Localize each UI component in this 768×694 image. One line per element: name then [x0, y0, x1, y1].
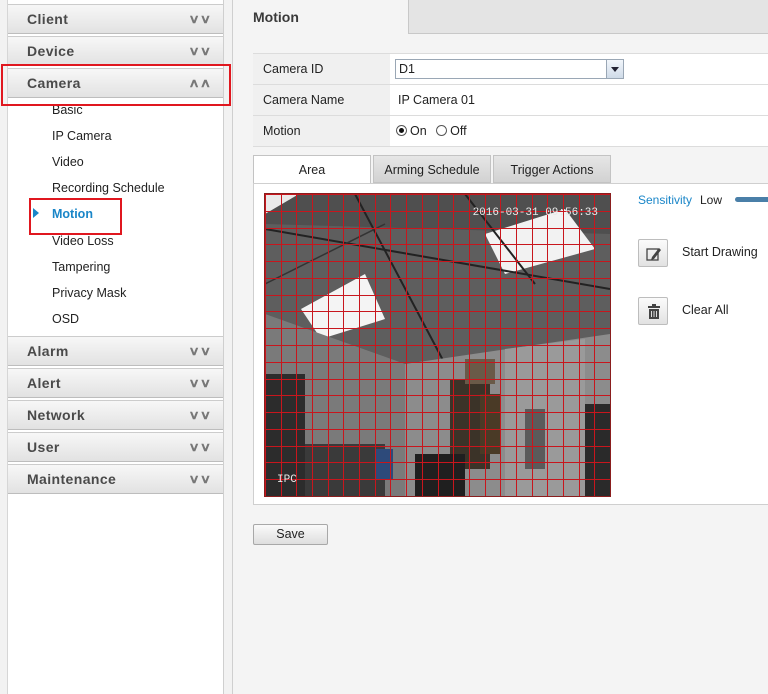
start-drawing-label[interactable]: Start Drawing: [682, 245, 758, 259]
sidebar-item-osd[interactable]: OSD: [52, 312, 79, 326]
double-chevron-down-icon: ∨∨: [188, 376, 212, 390]
nav-section-label: Alarm: [27, 343, 69, 359]
motion-subtabs: Area Arming Schedule Trigger Actions: [253, 155, 768, 184]
motion-settings-form: Camera ID D1 Camera Name IP Camera 01 Mo…: [253, 53, 768, 147]
tab-trigger-actions[interactable]: Trigger Actions: [493, 155, 611, 183]
nav-section-user[interactable]: User ∨∨: [8, 432, 223, 462]
camera-name-label: Camera Name: [253, 85, 390, 115]
motion-label: Motion: [253, 116, 390, 146]
nav-section-alert[interactable]: Alert ∨∨: [8, 368, 223, 398]
double-chevron-down-icon: ∨∨: [188, 440, 212, 454]
camera-id-label: Camera ID: [253, 54, 390, 84]
tab-motion-label: Motion: [253, 9, 299, 25]
sidebar-item-video[interactable]: Video: [52, 155, 84, 169]
motion-area-video[interactable]: 2016-03-31 09:56:33 IPC: [264, 193, 611, 497]
nav-section-label: User: [27, 439, 60, 455]
tab-motion[interactable]: Motion: [233, 0, 409, 34]
motion-row: Motion On Off: [253, 116, 768, 147]
save-button[interactable]: Save: [253, 524, 328, 545]
video-timestamp: 2016-03-31 09:56:33: [472, 207, 598, 219]
double-chevron-down-icon: ∨∨: [188, 44, 212, 58]
camera-view-image: [265, 194, 610, 496]
area-panel: 2016-03-31 09:56:33 IPC Sensitivity Low …: [253, 183, 768, 505]
camera-name-row: Camera Name IP Camera 01: [253, 85, 768, 116]
clear-all-label[interactable]: Clear All: [682, 303, 729, 317]
nav-section-network[interactable]: Network ∨∨: [8, 400, 223, 430]
camera-id-value: D1: [399, 62, 415, 76]
sensitivity-value: Low: [700, 193, 723, 207]
motion-on-label[interactable]: On: [410, 124, 427, 138]
sidebar-item-recording-schedule[interactable]: Recording Schedule: [52, 181, 165, 195]
nav-section-alarm[interactable]: Alarm ∨∨: [8, 336, 223, 366]
motion-off-label[interactable]: Off: [450, 124, 466, 138]
trash-icon: [648, 304, 660, 319]
main-tabbar: Motion: [233, 0, 768, 34]
start-drawing-button[interactable]: [638, 239, 668, 267]
motion-off-radio[interactable]: [436, 125, 448, 136]
double-chevron-down-icon: ∨∨: [188, 12, 212, 26]
nav-section-label: Network: [27, 407, 86, 423]
tab-arming-schedule[interactable]: Arming Schedule: [373, 155, 491, 183]
nav-section-label: Alert: [27, 375, 61, 391]
chevron-down-icon[interactable]: [606, 60, 623, 78]
double-chevron-down-icon: ∨∨: [188, 408, 212, 422]
camera-name-value: IP Camera 01: [398, 93, 475, 107]
clear-all-button[interactable]: [638, 297, 668, 325]
motion-on-radio[interactable]: [396, 125, 407, 136]
sidebar-item-privacy-mask[interactable]: Privacy Mask: [52, 286, 126, 300]
pencil-icon: [646, 248, 661, 261]
nav-section-label: Device: [27, 43, 75, 59]
nav-section-maintenance[interactable]: Maintenance ∨∨: [8, 464, 223, 494]
sidebar-item-tampering[interactable]: Tampering: [52, 260, 110, 274]
nav-section-label: Maintenance: [27, 471, 117, 487]
camera-highlight-box: [1, 64, 231, 106]
nav-section-label: Client: [27, 11, 69, 27]
nav-section-device[interactable]: Device ∨∨: [8, 36, 223, 66]
main-content: Motion Camera ID D1 Camera Name IP Camer…: [232, 0, 768, 694]
camera-id-select[interactable]: D1: [395, 59, 624, 79]
double-chevron-down-icon: ∨∨: [188, 472, 212, 486]
tab-area[interactable]: Area: [253, 155, 371, 184]
sensitivity-slider[interactable]: [735, 197, 768, 202]
sidebar-item-ip-camera[interactable]: IP Camera: [52, 129, 112, 143]
video-channel-name: IPC: [277, 474, 297, 486]
motion-radio-group: On Off: [396, 116, 473, 146]
motion-highlight-box: [29, 198, 122, 235]
camera-id-row: Camera ID D1: [253, 54, 768, 85]
nav-section-client[interactable]: Client ∨∨: [8, 4, 223, 34]
double-chevron-down-icon: ∨∨: [188, 344, 212, 358]
sidebar-item-video-loss[interactable]: Video Loss: [52, 234, 114, 248]
sensitivity-label: Sensitivity: [638, 193, 693, 207]
